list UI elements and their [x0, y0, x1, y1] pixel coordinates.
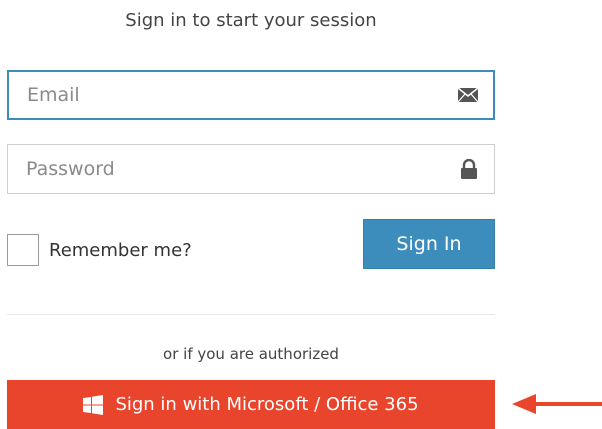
password-field-wrapper[interactable]: [7, 144, 495, 194]
divider: [7, 314, 495, 315]
page-title: Sign in to start your session: [125, 10, 377, 31]
remember-me-row[interactable]: Remember me?: [7, 234, 192, 266]
lock-icon: [458, 158, 480, 180]
remember-me-label: Remember me?: [49, 239, 192, 261]
arrow-left-icon: [512, 394, 602, 414]
password-input[interactable]: [8, 145, 494, 193]
microsoft-sign-in-label: Sign in with Microsoft / Office 365: [115, 394, 419, 415]
envelope-icon: [457, 84, 479, 106]
remember-me-checkbox[interactable]: [7, 234, 39, 266]
alt-login-text: or if you are authorized: [163, 345, 339, 363]
email-field-wrapper[interactable]: [7, 70, 495, 120]
microsoft-sign-in-button[interactable]: Sign in with Microsoft / Office 365: [7, 380, 495, 429]
sign-in-button[interactable]: Sign In: [363, 219, 495, 269]
windows-icon: [83, 394, 104, 415]
email-input[interactable]: [9, 72, 493, 118]
